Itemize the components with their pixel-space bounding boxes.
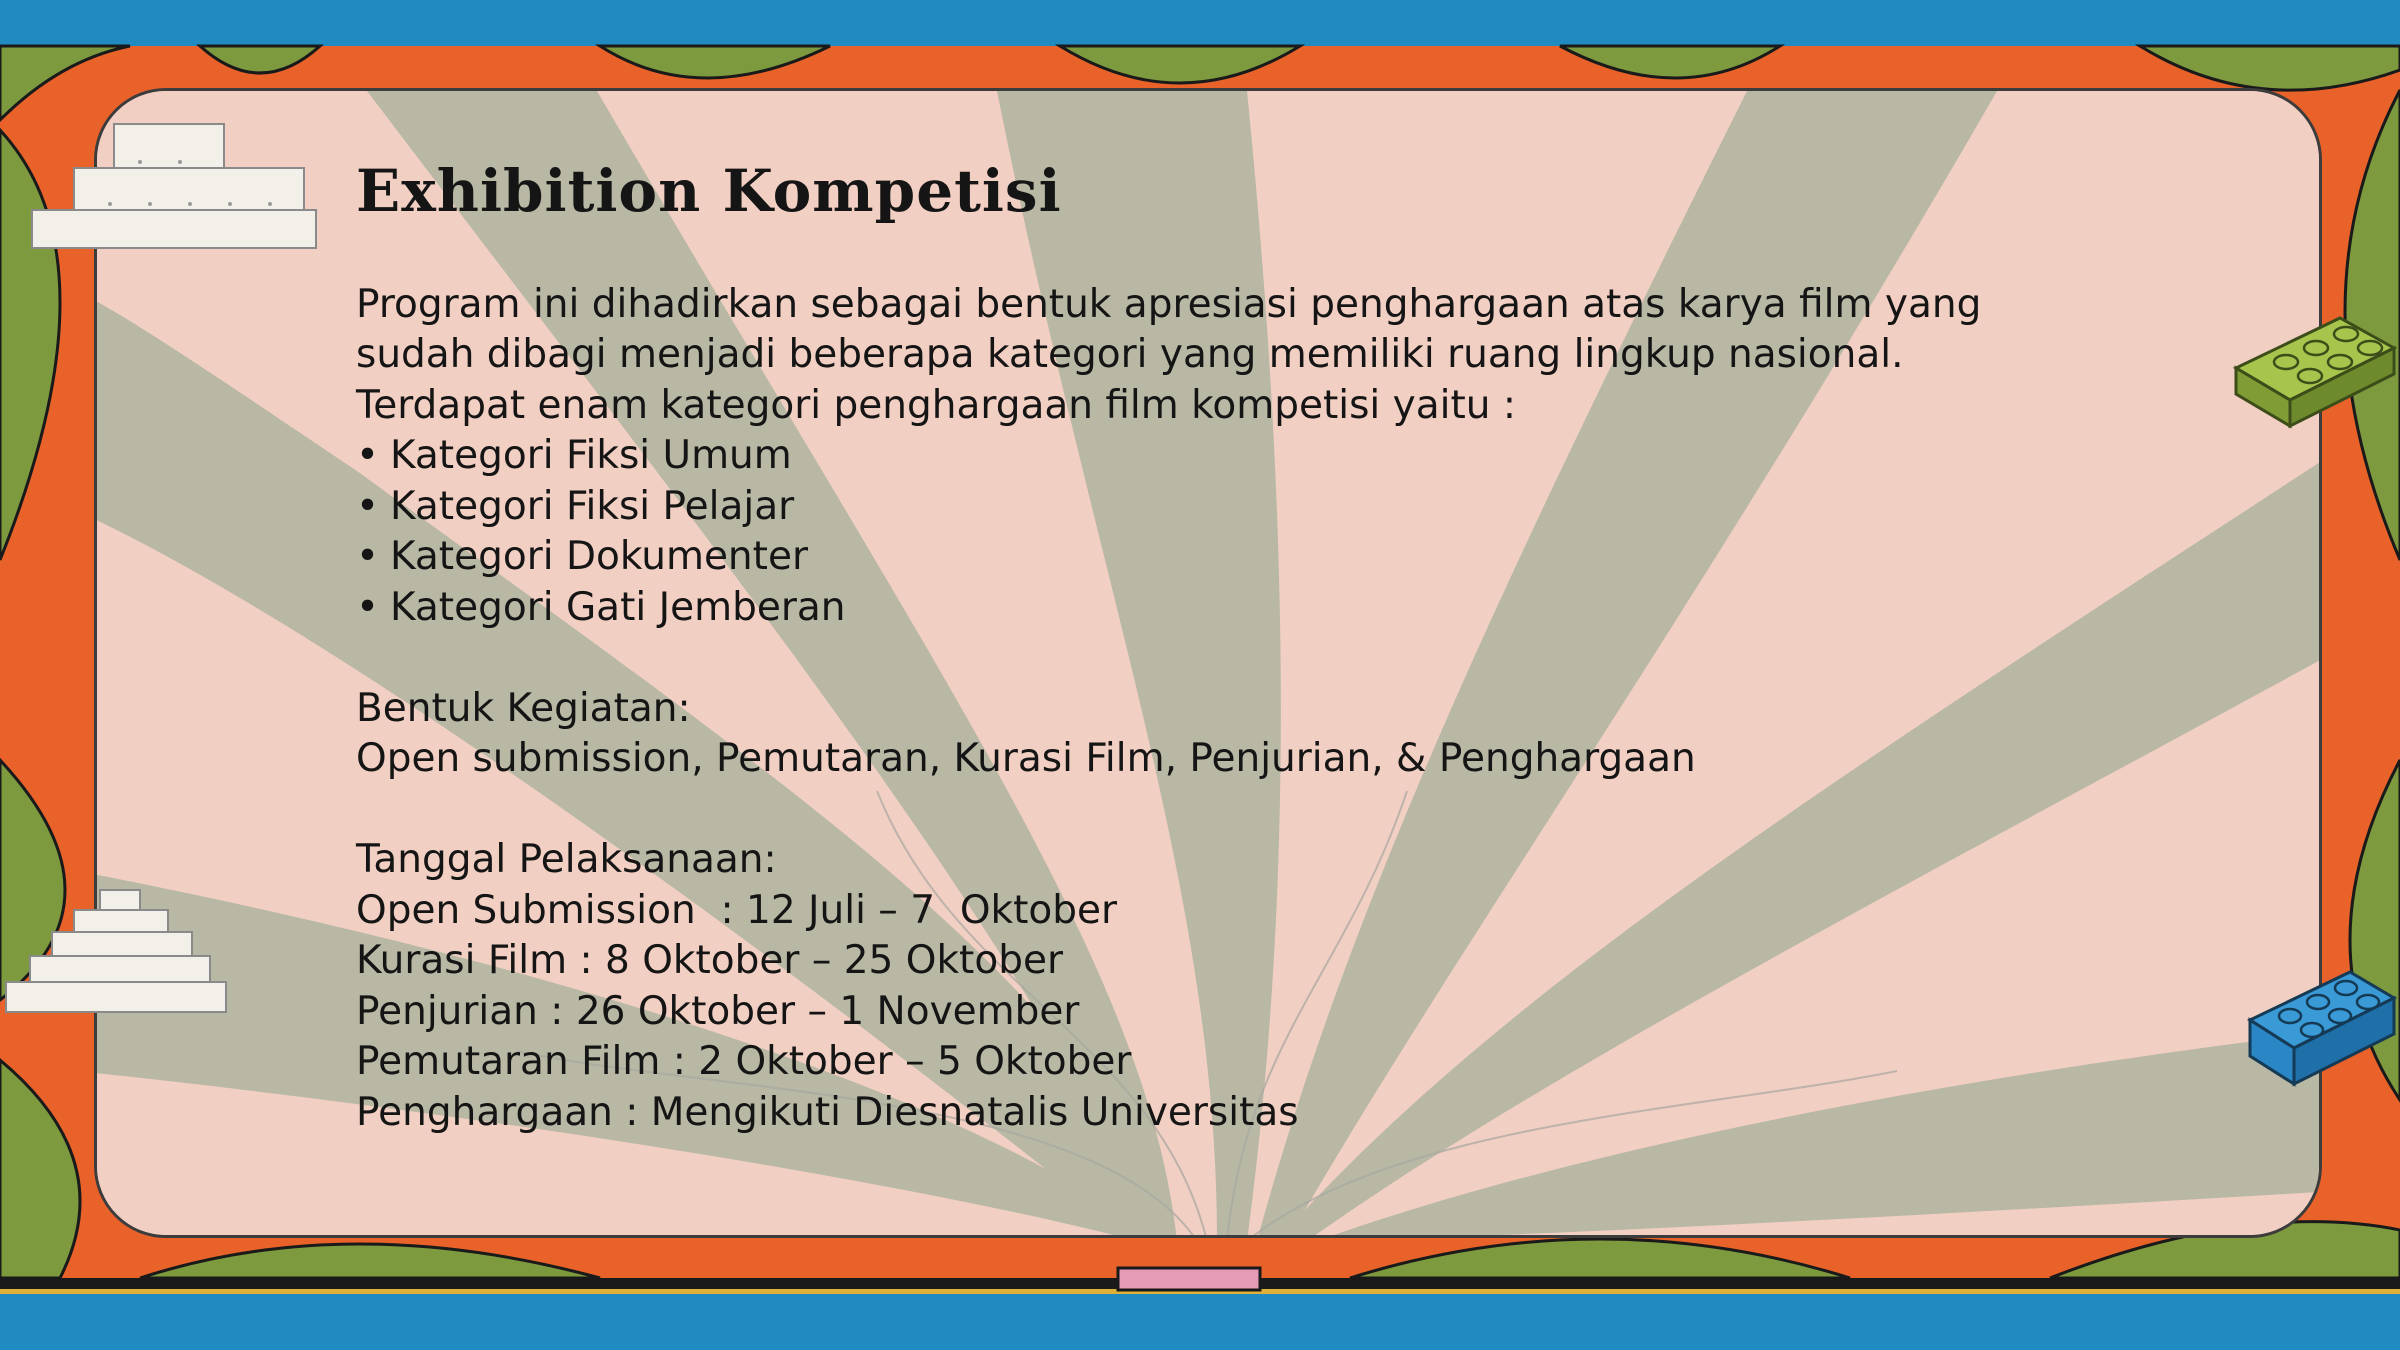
- slide-title: Exhibition Kompetisi: [356, 157, 1062, 225]
- bullet: •: [356, 534, 380, 580]
- schedule-item: Pemutaran Film : 2 Oktober – 5 Oktober: [356, 1039, 1132, 1085]
- lego-brick-blue-icon: [2246, 970, 2398, 1087]
- bullet: •: [356, 483, 380, 529]
- intro-line: Program ini dihadirkan sebagai bentuk ap…: [356, 281, 1982, 327]
- category-item: • Kategori Dokumenter: [356, 532, 2256, 583]
- category-label: Kategori Dokumenter: [390, 534, 808, 580]
- category-list: • Kategori Fiksi Umum • Kategori Fiksi Pel…: [356, 431, 2256, 633]
- slide: Exhibition Kompetisi Program ini dihadir…: [0, 0, 2400, 1350]
- schedule-heading: Tanggal Pelaksanaan:: [356, 837, 777, 883]
- schedule-item: Penghargaan : Mengikuti Diesnatalis Univ…: [356, 1089, 1299, 1135]
- activities-heading: Bentuk Kegiatan:: [356, 685, 691, 731]
- schedule-item: Penjurian : 26 Oktober – 1 November: [356, 988, 1080, 1034]
- category-item: • Kategori Gati Jemberan: [356, 583, 2256, 634]
- bullet: •: [356, 584, 380, 630]
- schedule-item: Kurasi Film : 8 Oktober – 25 Oktober: [356, 938, 1063, 984]
- stepped-pyramid-block-icon: [31, 123, 317, 249]
- slide-content: Exhibition Kompetisi Program ini dihadir…: [356, 157, 2256, 1139]
- category-label: Kategori Gati Jemberan: [390, 584, 846, 630]
- category-label: Kategori Fiksi Umum: [390, 433, 792, 479]
- activities-text: Open submission, Pemutaran, Kurasi Film,…: [356, 736, 1696, 782]
- schedule-item: Open Submission : 12 Juli – 7 Oktober: [356, 887, 1118, 933]
- slide-body: Program ini dihadirkan sebagai bentuk ap…: [356, 280, 2256, 1139]
- category-label: Kategori Fiksi Pelajar: [390, 483, 795, 529]
- intro-line: sudah dibagi menjadi beberapa kategori y…: [356, 332, 1904, 378]
- bullet: •: [356, 433, 380, 479]
- category-item: • Kategori Fiksi Umum: [356, 431, 2256, 482]
- stepped-pyramid-block-icon: [5, 889, 227, 1013]
- category-item: • Kategori Fiksi Pelajar: [356, 482, 2256, 533]
- intro-line: Terdapat enam kategori penghargaan film …: [356, 382, 1516, 428]
